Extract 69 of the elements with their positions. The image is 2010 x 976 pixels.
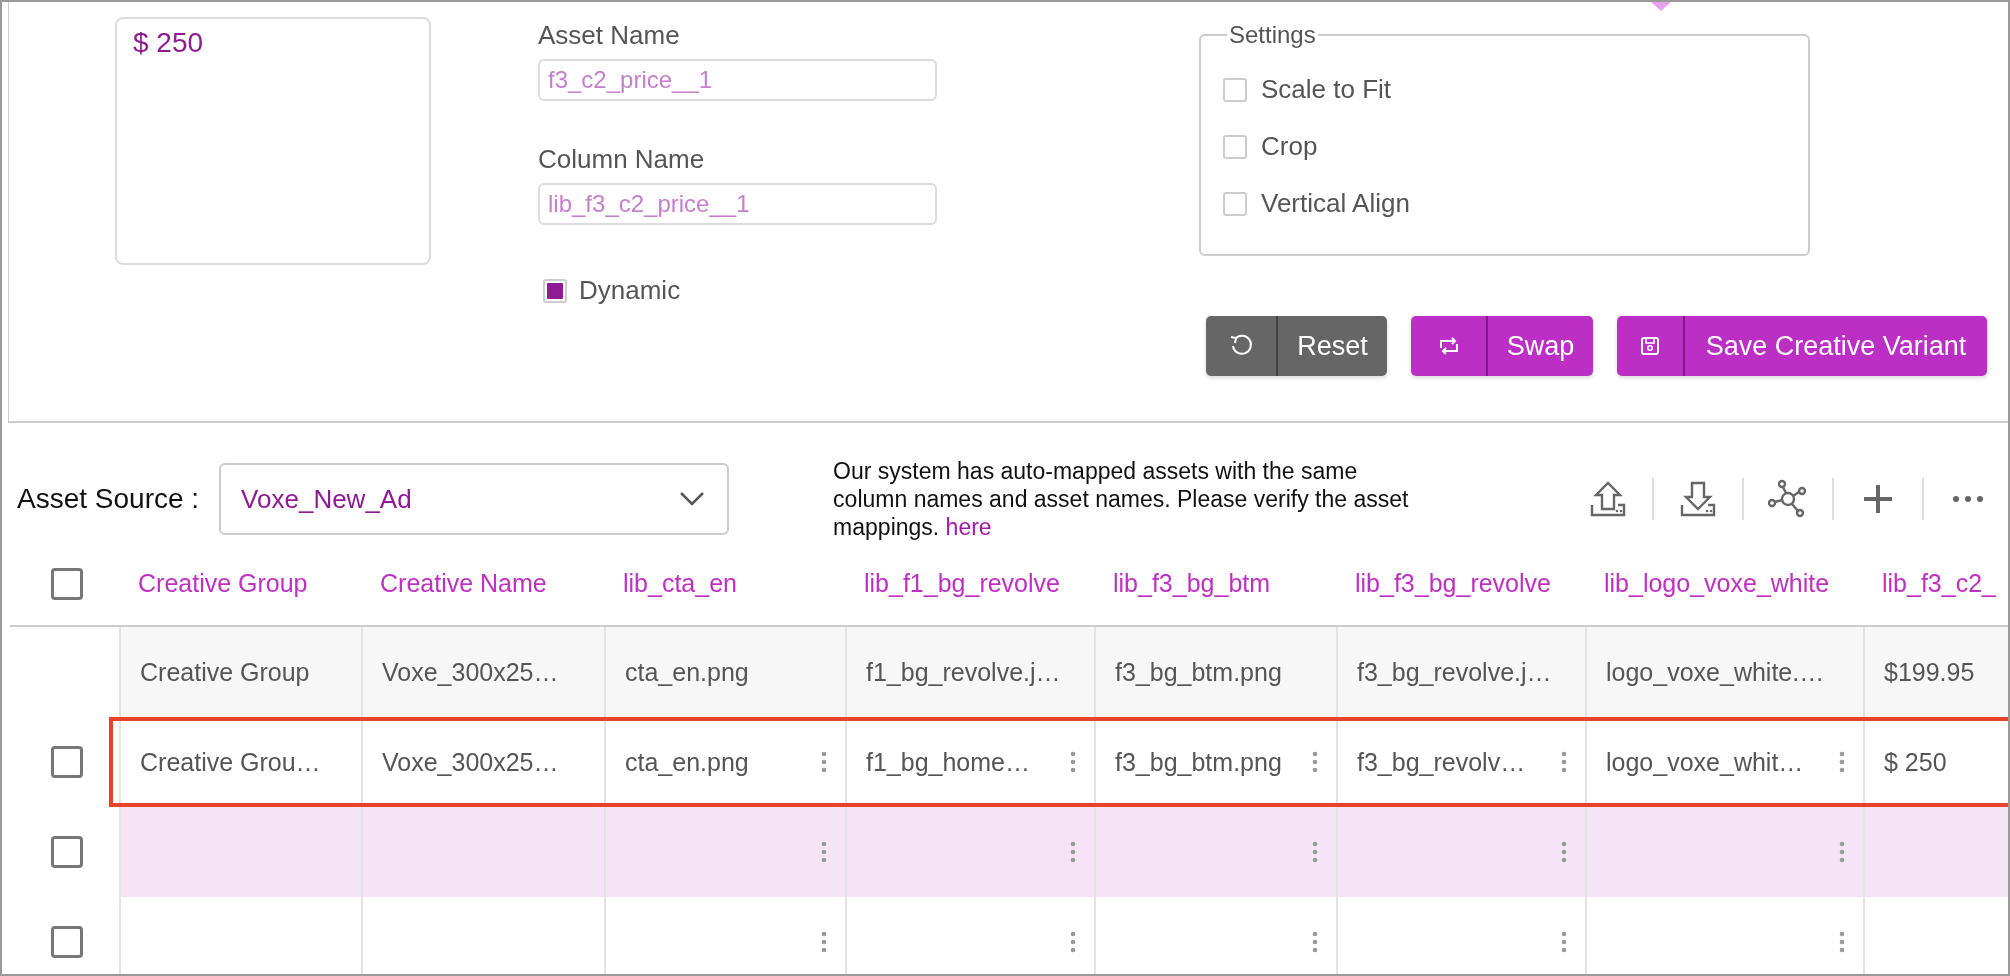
kebab-menu-icon[interactable]: [1561, 841, 1567, 863]
column-header[interactable]: lib_f3_c2_: [1882, 569, 1996, 598]
kebab-menu-icon[interactable]: [1839, 841, 1845, 863]
kebab-menu-icon[interactable]: [821, 931, 827, 953]
checkbox[interactable]: [543, 278, 567, 303]
table-cell: f3_bg_revolv…: [1357, 747, 1526, 777]
kebab-menu-icon[interactable]: [1312, 841, 1318, 863]
swap-button[interactable]: Swap: [1411, 316, 1593, 376]
kebab-menu-icon[interactable]: [1312, 931, 1318, 953]
text-field[interactable]: lib_f3_c2_price__1: [538, 183, 937, 225]
column-header[interactable]: Creative Group: [138, 569, 308, 598]
upload-icon[interactable]: [1588, 479, 1628, 519]
reset-button[interactable]: Reset: [1206, 316, 1387, 376]
column-header[interactable]: lib_f3_bg_btm: [1113, 569, 1271, 598]
checkbox[interactable]: [1223, 191, 1247, 216]
checkbox[interactable]: [51, 567, 83, 600]
save-button[interactable]: Save Creative Variant: [1617, 316, 1987, 376]
group-title: Settings: [1228, 21, 1317, 49]
text-preview: $ 250: [115, 17, 431, 265]
column-header[interactable]: Creative Name: [380, 569, 547, 598]
table-cell: f1_bg_revolve.j…: [866, 657, 1061, 687]
table-cell: f3_bg_btm.png: [1115, 657, 1282, 687]
chevron-down-icon: [679, 491, 706, 507]
column-header[interactable]: lib_f1_bg_revolve: [864, 569, 1060, 598]
table-cell: f3_bg_revolve.j…: [1357, 657, 1552, 687]
table-cell: cta_en.png: [625, 747, 749, 777]
table-cell: Voxe_300x25…: [382, 657, 559, 687]
notice-text: Our system has auto-mapped assets with the same column names and asset names. Please verify the asset mappings. here: [833, 457, 1410, 541]
table-cell: logo_voxe_white.…: [1606, 657, 1825, 687]
kebab-menu-icon[interactable]: [1070, 841, 1076, 863]
kebab-menu-icon[interactable]: [1561, 931, 1567, 953]
table-cell: Voxe_300x25…: [382, 747, 559, 777]
undo-icon: [1229, 334, 1253, 358]
checkbox[interactable]: [51, 746, 83, 778]
kebab-menu-icon[interactable]: [1839, 931, 1845, 953]
kebab-menu-icon[interactable]: [821, 841, 827, 863]
field-label: Asset Name: [538, 20, 680, 50]
column-header[interactable]: lib_cta_en: [623, 569, 737, 598]
checkbox-label: Vertical Align: [1261, 188, 1410, 219]
checkbox[interactable]: [1223, 77, 1247, 102]
asset-source-dropdown[interactable]: Voxe_New_Ad: [219, 463, 730, 535]
text-field[interactable]: f3_c2_price__1: [538, 59, 937, 101]
checkbox[interactable]: [51, 836, 83, 868]
kebab-menu-icon[interactable]: [1312, 751, 1318, 773]
table-cell: Creative Group: [140, 657, 310, 687]
kebab-menu-icon[interactable]: [1839, 751, 1845, 773]
column-header[interactable]: lib_f3_bg_revolve: [1355, 569, 1551, 598]
kebab-menu-icon[interactable]: [1070, 751, 1076, 773]
kebab-menu-icon[interactable]: [821, 751, 827, 773]
checkbox-label: Crop: [1261, 131, 1318, 162]
table-cell: f3_bg_btm.png: [1115, 747, 1282, 777]
table-cell: cta_en.png: [625, 657, 749, 687]
checkbox[interactable]: [51, 926, 83, 958]
checkbox-label: Scale to Fit: [1261, 74, 1392, 105]
network-nodes-icon[interactable]: [1768, 479, 1808, 519]
table-cell: Creative Grou…: [140, 747, 321, 777]
table-cell: f1_bg_home…: [866, 747, 1030, 777]
download-icon[interactable]: [1678, 479, 1718, 519]
table-cell: $199.95: [1884, 657, 1975, 687]
field-label: Asset Source :: [17, 483, 200, 515]
checkbox[interactable]: [1223, 134, 1247, 159]
field-label: Column Name: [538, 144, 705, 174]
table-cell: logo_voxe_whit…: [1606, 747, 1804, 777]
column-header[interactable]: lib_logo_voxe_white: [1604, 569, 1830, 598]
checkbox-label: Dynamic: [579, 275, 681, 306]
kebab-menu-icon[interactable]: [1070, 931, 1076, 953]
link[interactable]: here: [945, 514, 992, 540]
table-cell: $ 250: [1884, 747, 1947, 777]
kebab-menu-icon[interactable]: [1561, 751, 1567, 773]
